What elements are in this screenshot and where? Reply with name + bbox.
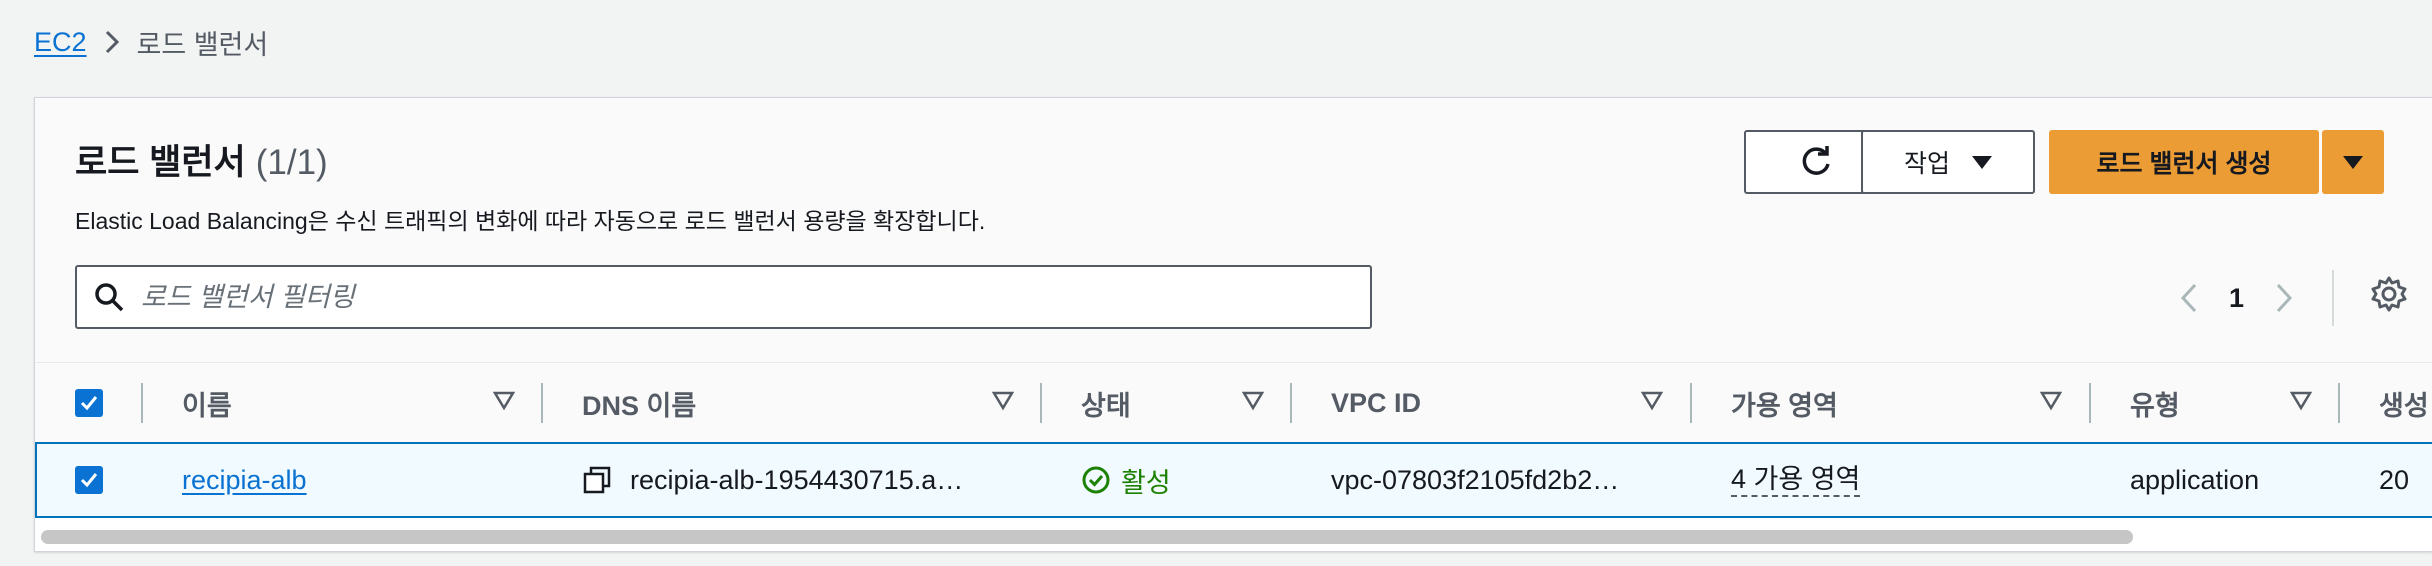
vpc-id-cell: vpc-07803f2105fd2b2… <box>1331 464 1620 495</box>
load-balancer-name-link[interactable]: recipia-alb <box>182 465 307 496</box>
availability-zones-cell[interactable]: 4 가용 영역 <box>1731 444 1861 516</box>
previous-page-icon[interactable] <box>2179 282 2199 314</box>
preferences-button[interactable] <box>2369 274 2409 319</box>
check-circle-icon <box>1082 466 1110 494</box>
column-header-vpc-id[interactable]: VPC ID <box>1331 363 1421 443</box>
column-divider <box>1690 383 1692 423</box>
create-options-dropdown-button[interactable] <box>2322 130 2384 194</box>
dns-name-text: recipia-alb-1954430715.a… <box>630 464 964 495</box>
column-divider <box>541 383 543 423</box>
column-label: 상태 <box>1081 390 1131 421</box>
pagination: 1 <box>2179 268 2335 328</box>
column-header-name[interactable]: 이름 <box>182 363 232 443</box>
column-header-dns-name[interactable]: DNS 이름 <box>582 363 696 443</box>
availability-zones-popover-trigger[interactable]: 4 가용 영역 <box>1731 463 1861 497</box>
horizontal-scrollbar[interactable] <box>41 530 2133 544</box>
dns-name-cell: recipia-alb-1954430715.a… <box>582 444 963 516</box>
column-label: 유형 <box>2130 390 2180 421</box>
sort-caret-icon[interactable] <box>493 391 515 411</box>
column-label: 가용 영역 <box>1731 390 1838 421</box>
sort-caret-icon[interactable] <box>2040 391 2062 411</box>
create-label: 로드 밸런서 생성 <box>2096 150 2272 178</box>
breadcrumb-ec2-link[interactable]: EC2 <box>34 27 87 58</box>
column-label: 이름 <box>182 390 232 421</box>
status-text: 활성 <box>1121 467 1171 498</box>
sort-caret-icon[interactable] <box>1641 391 1663 411</box>
create-load-balancer-button[interactable]: 로드 밸런서 생성 <box>2049 130 2319 194</box>
row-checkbox[interactable] <box>75 444 103 516</box>
status-badge: 활성 <box>1081 444 1171 516</box>
gear-icon <box>2371 276 2407 312</box>
caret-down-icon <box>2343 155 2363 169</box>
column-label: 생성 <box>2379 390 2429 421</box>
search-input[interactable] <box>141 281 1341 313</box>
breadcrumb: EC2 로드 밸런서 <box>34 22 268 62</box>
column-header-status[interactable]: 상태 <box>1081 363 1131 443</box>
column-divider <box>1040 383 1042 423</box>
checkbox-checked <box>75 389 103 417</box>
column-divider <box>1290 383 1292 423</box>
sort-caret-icon[interactable] <box>1242 391 1264 411</box>
refresh-icon <box>1802 146 1830 175</box>
page-description: Elastic Load Balancing은 수신 트래픽의 변화에 따라 자… <box>75 208 986 234</box>
next-page-icon[interactable] <box>2274 282 2294 314</box>
actions-label: 작업 <box>1903 150 1950 178</box>
column-header-created[interactable]: 생성 <box>2379 363 2429 443</box>
actions-dropdown-button[interactable]: 작업 <box>1861 130 2035 194</box>
page-title: 로드 밸런서 (1/1) <box>75 134 328 185</box>
created-cell: 20 <box>2379 464 2410 495</box>
sort-caret-icon[interactable] <box>2290 391 2312 411</box>
panel-header: 로드 밸런서 (1/1) Elastic Load Balancing은 수신 … <box>35 98 2432 363</box>
column-divider <box>2089 383 2091 423</box>
table-header: 이름 DNS 이름 상태 VPC ID 가용 영역 유형 생성 <box>35 363 2432 443</box>
caret-down-icon <box>1972 155 1992 169</box>
page-number[interactable]: 1 <box>2229 283 2244 314</box>
column-header-type[interactable]: 유형 <box>2130 363 2180 443</box>
search-icon <box>95 283 124 312</box>
breadcrumb-current: 로드 밸런서 <box>136 29 269 60</box>
type-cell: application <box>2130 464 2260 495</box>
column-divider <box>2338 383 2340 423</box>
column-header-availability-zones[interactable]: 가용 영역 <box>1731 363 1838 443</box>
selection-count: (1/1) <box>255 143 328 182</box>
checkbox-checked <box>75 466 103 494</box>
table-row[interactable]: recipia-alb recipia-alb-1954430715.a… 활성… <box>35 442 2432 518</box>
load-balancers-panel: 로드 밸런서 (1/1) Elastic Load Balancing은 수신 … <box>34 97 2432 552</box>
pagination-divider <box>2332 270 2335 326</box>
chevron-right-icon <box>101 27 123 57</box>
sort-caret-icon[interactable] <box>992 391 1014 411</box>
column-label: DNS 이름 <box>582 390 697 421</box>
select-all-checkbox[interactable] <box>75 363 103 443</box>
search-box <box>75 265 1372 329</box>
column-divider <box>141 383 143 423</box>
page-title-text: 로드 밸런서 <box>75 143 246 182</box>
copy-icon[interactable] <box>582 465 612 495</box>
column-label: VPC ID <box>1331 387 1422 418</box>
